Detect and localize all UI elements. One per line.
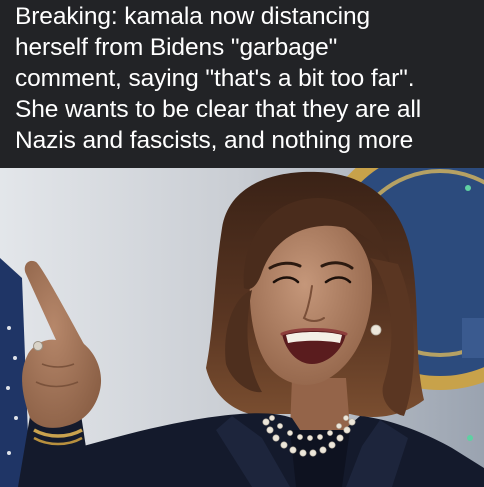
caption-line-4: She wants to be clear that they are all (15, 96, 422, 123)
caption-line-1: Breaking: kamala now distancing (15, 3, 371, 30)
ring (33, 341, 43, 351)
neck (290, 378, 350, 430)
earring (370, 324, 382, 336)
caption-line-3: comment, saying "that's a bit too far". (15, 65, 415, 92)
caption-panel: Breaking: kamala now distancing herself … (0, 0, 484, 168)
photo (0, 168, 484, 487)
caption-line-2: herself from Bidens "garbage" (15, 34, 338, 61)
photo-illustration (0, 168, 484, 487)
meme-post: Breaking: kamala now distancing herself … (0, 0, 484, 487)
caption-line-5: Nazis and fascists, and nothing more (15, 127, 414, 154)
